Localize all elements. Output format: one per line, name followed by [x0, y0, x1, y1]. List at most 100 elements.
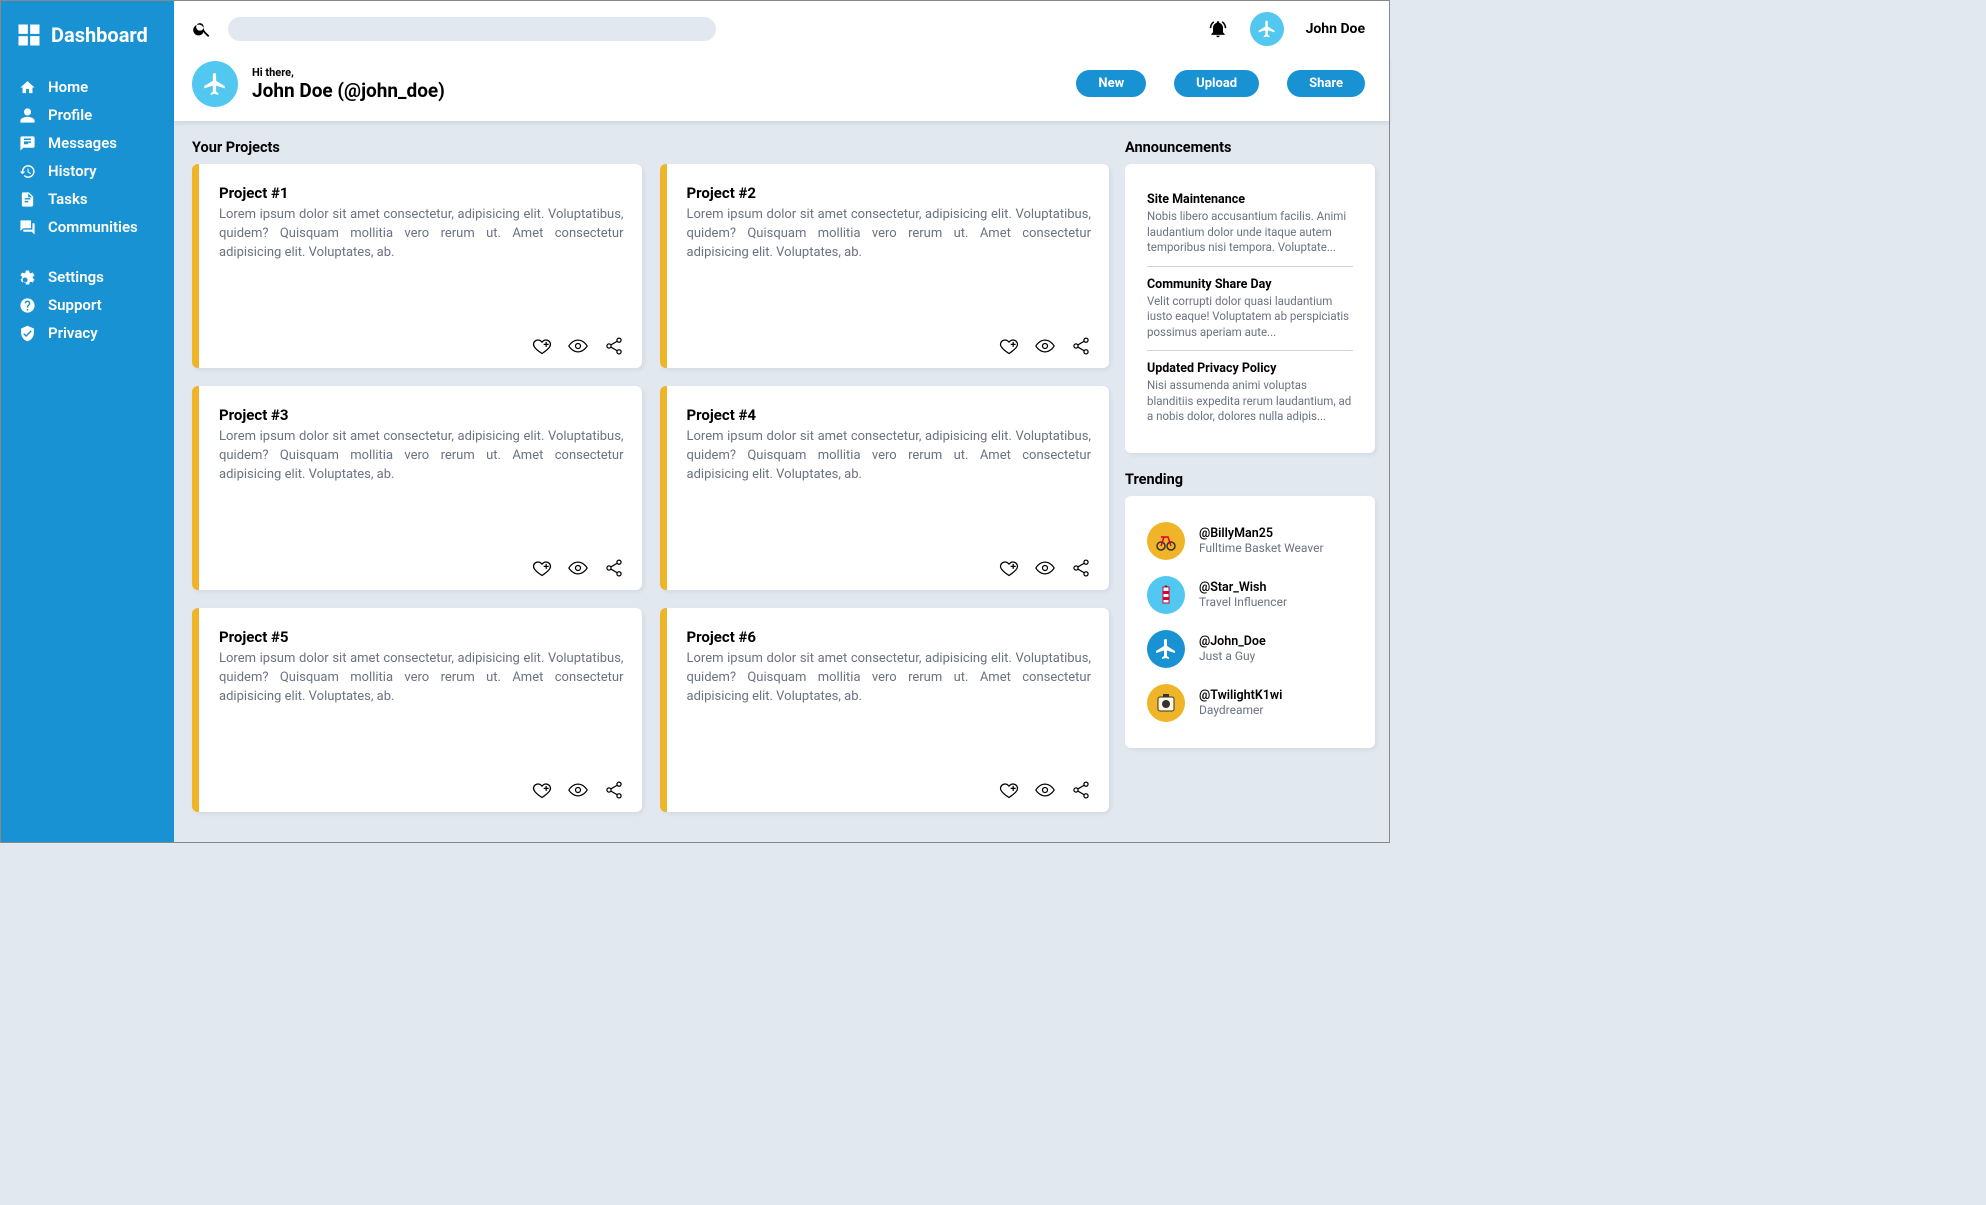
search-input[interactable] — [228, 17, 716, 41]
communities-icon — [19, 219, 36, 236]
nav-label: Profile — [48, 106, 92, 124]
project-desc: Lorem ipsum dolor sit amet consectetur, … — [219, 650, 624, 707]
watch-icon[interactable] — [568, 558, 588, 578]
support-icon — [19, 297, 36, 314]
project-actions — [687, 772, 1092, 800]
nav-label: History — [48, 162, 97, 180]
announcement-item[interactable]: Community Share Day Velit corrupti dolor… — [1147, 267, 1353, 352]
watch-icon[interactable] — [1035, 558, 1055, 578]
new-button[interactable]: New — [1076, 70, 1146, 97]
project-actions — [687, 328, 1092, 356]
topbar: John Doe — [174, 1, 1389, 56]
nav-label: Settings — [48, 268, 104, 286]
privacy-icon — [19, 325, 36, 342]
share-button[interactable]: Share — [1287, 70, 1365, 97]
announcement-item[interactable]: Site Maintenance Nobis libero accusantiu… — [1147, 182, 1353, 267]
trending-item[interactable]: @BillyMan25 Fulltime Basket Weaver — [1147, 514, 1353, 568]
watch-icon[interactable] — [1035, 780, 1055, 800]
trending-role: Fulltime Basket Weaver — [1199, 541, 1324, 555]
sidebar-item-home[interactable]: Home — [1, 73, 174, 101]
announcement-title: Community Share Day — [1147, 277, 1353, 292]
share-icon[interactable] — [604, 558, 624, 578]
nav-secondary: Settings Support Privacy — [1, 257, 174, 355]
announcements-title: Announcements — [1125, 139, 1375, 156]
trending-item[interactable]: @John_Doe Just a Guy — [1147, 622, 1353, 676]
announcement-body: Velit corrupti dolor quasi laudantium iu… — [1147, 294, 1353, 341]
nav-primary: Home Profile Messages History Tasks Comm… — [1, 67, 174, 249]
sidebar-item-profile[interactable]: Profile — [1, 101, 174, 129]
home-icon — [19, 79, 36, 96]
project-desc: Lorem ipsum dolor sit amet consectetur, … — [687, 206, 1092, 263]
trending-handle: @John_Doe — [1199, 634, 1266, 649]
share-icon[interactable] — [1071, 780, 1091, 800]
sidebar-item-history[interactable]: History — [1, 157, 174, 185]
search-icon[interactable] — [192, 19, 212, 39]
share-icon[interactable] — [604, 780, 624, 800]
announcement-title: Site Maintenance — [1147, 192, 1353, 207]
project-title: Project #4 — [687, 406, 1092, 424]
sidebar-item-settings[interactable]: Settings — [1, 263, 174, 291]
trending-item[interactable]: @Star_Wish Travel Influencer — [1147, 568, 1353, 622]
share-icon[interactable] — [1071, 336, 1091, 356]
announcement-body: Nisi assumenda animi voluptas blanditiis… — [1147, 378, 1353, 425]
favorite-icon[interactable] — [532, 780, 552, 800]
greeting-small: Hi there, — [252, 66, 445, 79]
projects-title: Your Projects — [192, 139, 1109, 156]
project-desc: Lorem ipsum dolor sit amet consectetur, … — [219, 206, 624, 263]
trending-avatar — [1147, 630, 1185, 668]
favorite-icon[interactable] — [999, 558, 1019, 578]
nav-label: Tasks — [48, 190, 88, 208]
trending-item[interactable]: @TwilightK1wi Daydreamer — [1147, 676, 1353, 730]
avatar-large — [192, 61, 238, 107]
watch-icon[interactable] — [568, 780, 588, 800]
project-card[interactable]: Project #3 Lorem ipsum dolor sit amet co… — [192, 386, 642, 590]
project-title: Project #2 — [687, 184, 1092, 202]
watch-icon[interactable] — [568, 336, 588, 356]
favorite-icon[interactable] — [999, 780, 1019, 800]
nav-label: Communities — [48, 218, 138, 236]
dashboard-icon — [15, 21, 43, 49]
project-card[interactable]: Project #5 Lorem ipsum dolor sit amet co… — [192, 608, 642, 812]
nav-label: Privacy — [48, 324, 98, 342]
announcement-title: Updated Privacy Policy — [1147, 361, 1353, 376]
sidebar-item-support[interactable]: Support — [1, 291, 174, 319]
project-card[interactable]: Project #1 Lorem ipsum dolor sit amet co… — [192, 164, 642, 368]
project-actions — [219, 550, 624, 578]
project-card[interactable]: Project #4 Lorem ipsum dolor sit amet co… — [660, 386, 1110, 590]
project-desc: Lorem ipsum dolor sit amet consectetur, … — [687, 428, 1092, 485]
favorite-icon[interactable] — [532, 558, 552, 578]
share-icon[interactable] — [1071, 558, 1091, 578]
announcement-item[interactable]: Updated Privacy Policy Nisi assumenda an… — [1147, 351, 1353, 435]
share-icon[interactable] — [604, 336, 624, 356]
watch-icon[interactable] — [1035, 336, 1055, 356]
sidebar-item-communities[interactable]: Communities — [1, 213, 174, 241]
brand[interactable]: Dashboard — [1, 17, 174, 59]
favorite-icon[interactable] — [532, 336, 552, 356]
trending-role: Travel Influencer — [1199, 595, 1287, 609]
brand-label: Dashboard — [51, 23, 148, 47]
topbar-username: John Doe — [1306, 21, 1365, 37]
project-actions — [687, 550, 1092, 578]
sidebar-item-privacy[interactable]: Privacy — [1, 319, 174, 347]
trending-avatar — [1147, 522, 1185, 560]
profile-icon — [19, 107, 36, 124]
trending-role: Just a Guy — [1199, 649, 1266, 663]
plane-icon — [202, 71, 228, 97]
favorite-icon[interactable] — [999, 336, 1019, 356]
upload-button[interactable]: Upload — [1174, 70, 1259, 97]
project-actions — [219, 772, 624, 800]
avatar[interactable] — [1250, 12, 1284, 46]
projects-section: Your Projects Project #1 Lorem ipsum dol… — [192, 139, 1109, 818]
sidebar-item-tasks[interactable]: Tasks — [1, 185, 174, 213]
announcement-body: Nobis libero accusantium facilis. Animi … — [1147, 209, 1353, 256]
project-card[interactable]: Project #6 Lorem ipsum dolor sit amet co… — [660, 608, 1110, 812]
nav-label: Support — [48, 296, 102, 314]
bell-icon[interactable] — [1208, 19, 1228, 39]
project-title: Project #3 — [219, 406, 624, 424]
trending-handle: @TwilightK1wi — [1199, 688, 1282, 703]
announcements-card: Site Maintenance Nobis libero accusantiu… — [1125, 164, 1375, 453]
messages-icon — [19, 135, 36, 152]
greeting: Hi there, John Doe (@john_doe) — [252, 66, 445, 102]
sidebar-item-messages[interactable]: Messages — [1, 129, 174, 157]
project-card[interactable]: Project #2 Lorem ipsum dolor sit amet co… — [660, 164, 1110, 368]
